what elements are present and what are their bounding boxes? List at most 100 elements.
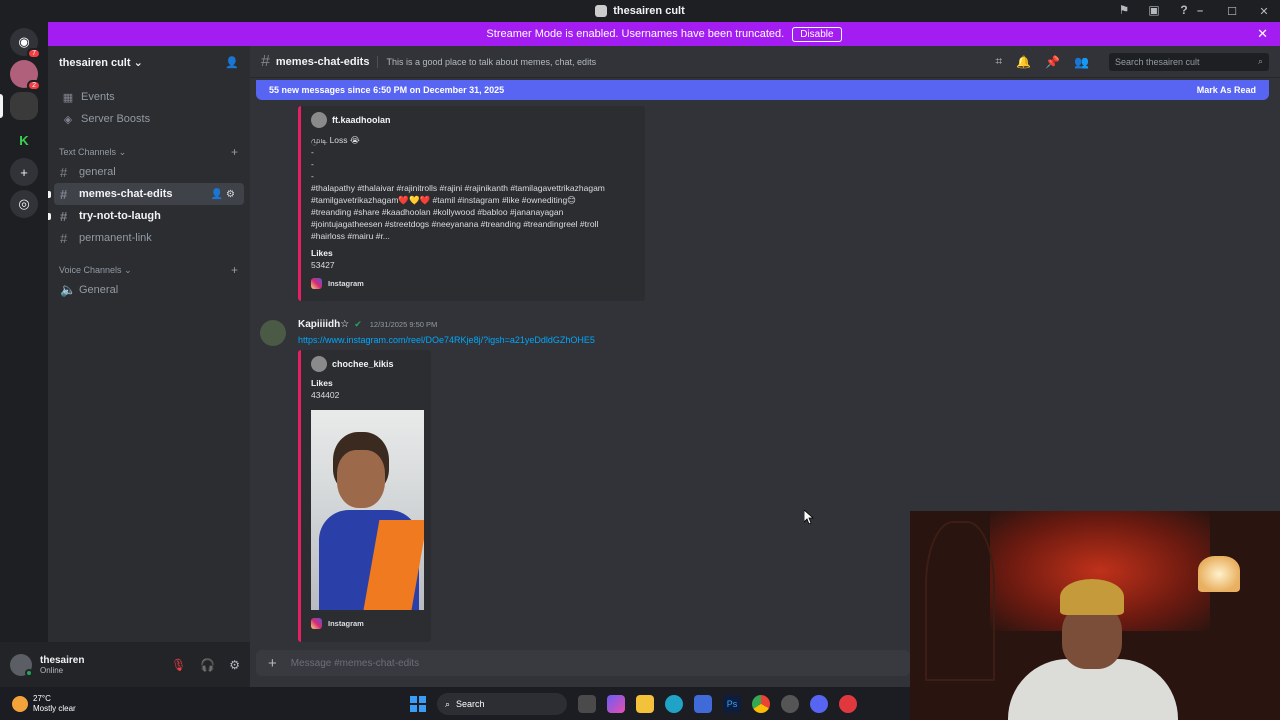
embed-author[interactable]: ft.kaadhoolan	[332, 115, 391, 125]
server-header[interactable]: thesairen cult ⌄ 👤	[48, 46, 250, 78]
chevron-down-icon: ⌄	[133, 56, 143, 69]
bell-icon[interactable]: 🔔	[1016, 55, 1031, 69]
maximize-button[interactable]: ☐	[1216, 5, 1248, 18]
channel-topic[interactable]: This is a good place to talk about memes…	[386, 57, 596, 67]
channel-label: general	[79, 166, 116, 178]
taskbar-search[interactable]: ⌕ Search	[437, 693, 567, 715]
sidebar-item-label: Events	[81, 91, 115, 103]
start-icon[interactable]	[410, 696, 426, 712]
gear-icon[interactable]: ⚙	[229, 658, 240, 672]
embed-field-name: Likes	[311, 248, 333, 258]
task-view-icon[interactable]	[578, 695, 596, 713]
headphones-icon[interactable]: 🎧	[200, 658, 215, 672]
add-attachment-icon[interactable]: +	[268, 655, 277, 672]
embed-footer: Instagram	[311, 618, 421, 629]
embed-footer: Instagram	[311, 278, 635, 289]
description-line: -	[311, 159, 314, 169]
chevron-down-icon: ⌄	[124, 264, 132, 275]
voice-channel-general[interactable]: 🔈 General	[54, 279, 244, 301]
message-link[interactable]: https://www.instagram.com/reel/DOe74RKje…	[298, 335, 595, 345]
boost-icon: ◈	[63, 113, 73, 126]
channel-sidebar: thesairen cult ⌄ 👤 ▦ Events ◈ Server Boo…	[0, 46, 250, 687]
invite-icon[interactable]: 👤	[225, 56, 239, 69]
direct-messages-button[interactable]: ◉ 7	[10, 28, 41, 59]
window-title: thesairen cult	[613, 5, 685, 17]
channel-label: try-not-to-laugh	[79, 210, 161, 222]
inbox-icon[interactable]: ⚑	[1116, 3, 1132, 19]
unread-indicator	[48, 212, 51, 220]
divider	[377, 55, 379, 68]
file-explorer-icon[interactable]	[636, 695, 654, 713]
embed-thumbnail-image[interactable]	[311, 410, 424, 610]
channel-try-not-to-laugh[interactable]: # try-not-to-laugh	[48, 205, 244, 227]
threads-icon[interactable]: ⌗	[995, 54, 1002, 69]
message-username[interactable]: Kapiiiidh☆	[298, 319, 349, 330]
edge-icon[interactable]	[665, 695, 683, 713]
add-channel-icon[interactable]: +	[231, 263, 238, 277]
chrome-icon[interactable]	[752, 695, 770, 713]
window-controls: – ☐ ✕	[1184, 0, 1280, 22]
search-input[interactable]: Search thesairen cult ⌕	[1109, 52, 1269, 71]
server-icon-k[interactable]: K	[10, 126, 38, 154]
temperature: 27°C	[33, 693, 51, 703]
description-line: #tamilgavetrikazhagam❤️💛❤️ #tamil #insta…	[311, 195, 577, 205]
avatar[interactable]	[260, 320, 286, 346]
photoshop-icon[interactable]: Ps	[723, 695, 741, 713]
category-label: Text Channels	[59, 146, 117, 157]
description-line: #jointujagatheesen #streetdogs #neeyanan…	[311, 219, 599, 229]
sidebar-item-events[interactable]: ▦ Events	[48, 86, 250, 108]
store-icon[interactable]	[694, 695, 712, 713]
server-avatar-icon	[595, 5, 608, 17]
pin-icon[interactable]: 📌	[1045, 55, 1060, 69]
disable-streamer-mode-button[interactable]: Disable	[792, 26, 842, 42]
sidebar-item-server-boosts[interactable]: ◈ Server Boosts	[48, 108, 250, 130]
gear-icon[interactable]: ⚙	[226, 189, 238, 200]
sidebar-item-label: Server Boosts	[81, 113, 151, 125]
server-icon-friend[interactable]: 2	[10, 60, 41, 91]
calendar-icon: ▦	[62, 91, 74, 104]
weather-widget[interactable]: 27°C Mostly clear	[12, 694, 76, 714]
screen-share-icon[interactable]: ▣	[1146, 3, 1162, 19]
mark-as-read-button[interactable]: Mark As Read	[1197, 85, 1256, 95]
message-input[interactable]: + Message #memes-chat-edits	[256, 650, 910, 676]
discover-icon[interactable]: ◎	[10, 190, 38, 218]
server-icon-thesairen-cult[interactable]	[10, 92, 38, 120]
obs-icon[interactable]	[781, 695, 799, 713]
add-channel-icon[interactable]: +	[231, 145, 238, 159]
instagram-embed: ft.kaadhoolan முடி Loss 😭 - - - #thalapa…	[298, 106, 645, 301]
banner-text: Streamer Mode is enabled. Usernames have…	[486, 28, 785, 40]
microphone-muted-icon[interactable]: 🎙	[171, 658, 186, 672]
member-list-icon[interactable]: 👥	[1074, 55, 1089, 69]
embed-author-avatar	[311, 112, 327, 128]
avatar[interactable]	[10, 653, 33, 677]
embed-author[interactable]: chochee_kikis	[332, 359, 394, 369]
close-window-button[interactable]: ✕	[1248, 5, 1280, 18]
close-icon[interactable]: ✕	[1257, 26, 1268, 42]
category-voice-channels[interactable]: Voice Channels ⌄ +	[48, 261, 250, 279]
active-server-pill	[0, 94, 3, 118]
add-server-icon[interactable]: +	[10, 158, 38, 186]
mouse-cursor-icon	[804, 510, 814, 524]
new-messages-bar[interactable]: 55 new messages since 6:50 PM on Decembe…	[256, 80, 1269, 100]
create-invite-icon[interactable]: 👤	[211, 189, 226, 200]
discord-taskbar-icon[interactable]	[810, 695, 828, 713]
username: thesairen	[40, 654, 85, 666]
embed-footer-text: Instagram	[328, 279, 364, 288]
channel-permanent-link[interactable]: # permanent-link	[54, 227, 244, 249]
title-bar: thesairen cult ⚑ ▣ ? – ☐ ✕	[0, 0, 1280, 22]
embed-field-value: 53427	[311, 260, 335, 270]
dm-badge: 7	[27, 48, 41, 59]
streamer-mode-banner: Streamer Mode is enabled. Usernames have…	[48, 22, 1280, 46]
channel-header: # memes-chat-edits This is a good place …	[250, 46, 1280, 78]
category-text-channels[interactable]: Text Channels ⌄ +	[48, 143, 250, 161]
description-line: #treanding #share #kaadhoolan #kollywood…	[311, 207, 564, 217]
webcam-overlay	[910, 511, 1280, 720]
weather-icon	[12, 695, 28, 712]
description-line: முடி Loss 😭	[311, 135, 360, 145]
minimize-button[interactable]: –	[1184, 5, 1216, 17]
channel-memes-chat-edits[interactable]: # memes-chat-edits 👤⚙	[48, 183, 244, 205]
app-icon[interactable]	[839, 695, 857, 713]
copilot-icon[interactable]	[607, 695, 625, 713]
channel-general[interactable]: # general	[54, 161, 244, 183]
taskbar: 27°C Mostly clear ⌕ Search Ps	[0, 687, 910, 720]
